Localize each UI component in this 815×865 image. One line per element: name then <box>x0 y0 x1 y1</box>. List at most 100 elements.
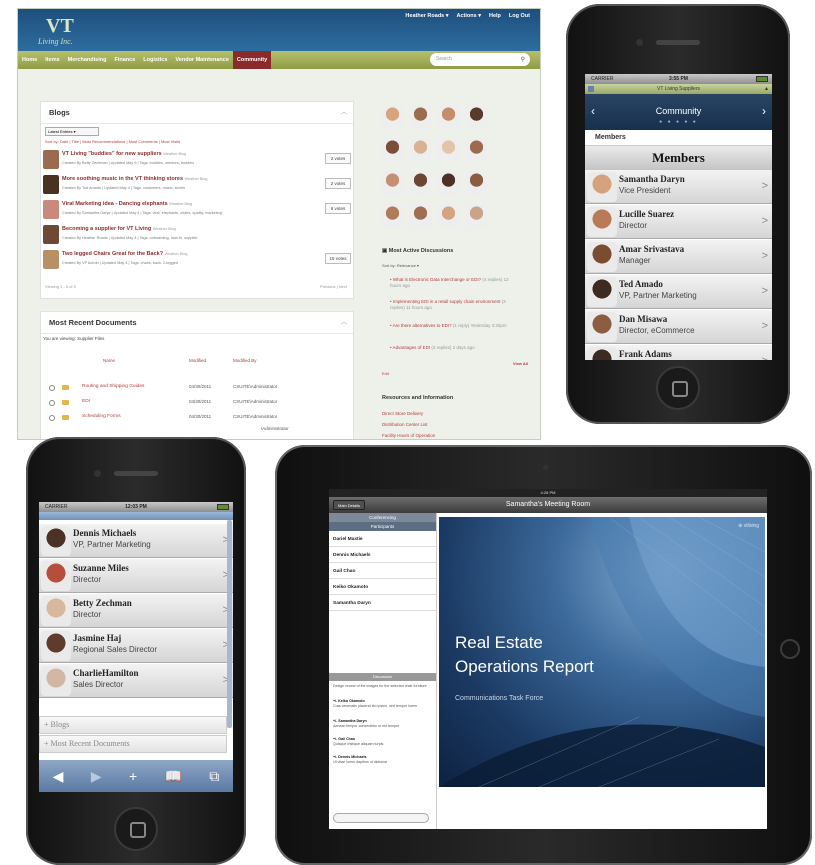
member-photo[interactable] <box>410 204 431 228</box>
col-header-modified[interactable]: Modified <box>189 358 206 363</box>
add-icon[interactable]: + <box>129 768 137 784</box>
collapse-icon[interactable]: ︿ <box>341 107 347 116</box>
blog-title-link[interactable]: Becoming a supplier for VT Living Weathe… <box>62 226 176 232</box>
member-row[interactable]: Betty Zechman Director > <box>39 594 233 628</box>
member-row[interactable]: CharlieHamilton Sales Director > <box>39 664 233 698</box>
avatar <box>587 172 617 202</box>
col-header-name[interactable]: Name <box>103 358 115 363</box>
blogs-sort-links[interactable]: Sort by: Date | Title | Most Recommendat… <box>45 139 180 144</box>
edit-link[interactable]: Edit <box>382 371 389 376</box>
back-icon[interactable]: ◀ <box>53 768 64 785</box>
slide-title-line2: Operations Report <box>455 657 594 676</box>
member-photo[interactable] <box>466 105 487 129</box>
member-photo[interactable] <box>438 138 459 162</box>
blogs-filter-select[interactable]: Latest Entries ▾ <box>45 127 99 136</box>
row-select-radio[interactable] <box>49 400 55 406</box>
blogs-pager[interactable]: Previous | Next <box>320 284 347 289</box>
member-photo[interactable] <box>382 204 403 228</box>
blog-title-link[interactable]: More soothing music in the VT thinking s… <box>62 176 207 182</box>
resource-link[interactable]: Distribution Center List <box>382 422 428 427</box>
members-tab[interactable]: Members <box>585 130 772 146</box>
resource-link[interactable]: Facility Hours of Operation <box>382 433 435 438</box>
documents-section-toggle[interactable]: + Most Recent Documents <box>39 735 227 753</box>
home-button[interactable] <box>114 807 158 851</box>
member-photo[interactable] <box>466 138 487 162</box>
participant-item[interactable]: Dennis Michaels <box>329 548 436 563</box>
discussions-sort-select[interactable]: Sort by: Relevance ▾ <box>382 263 419 268</box>
logout-link[interactable]: Log Out <box>509 13 530 19</box>
nav-items[interactable]: Items <box>41 51 63 69</box>
member-row[interactable]: Frank Adams > <box>585 345 772 360</box>
nav-home[interactable]: Home <box>18 51 41 69</box>
home-button[interactable] <box>780 639 800 659</box>
chat-input[interactable] <box>333 813 429 823</box>
member-row[interactable]: Dan Misawa Director, eCommerce > <box>585 310 772 344</box>
apps-icon[interactable] <box>588 86 594 92</box>
member-photo[interactable] <box>438 171 459 195</box>
member-row[interactable]: Dennis Michaels VP, Partner Marketing > <box>39 524 233 558</box>
resource-link[interactable]: Direct Store Delivery <box>382 411 423 416</box>
member-row[interactable]: Ted Amado VP, Partner Marketing > <box>585 275 772 309</box>
member-row[interactable]: Jasmine Haj Regional Sales Director > <box>39 629 233 663</box>
member-photo[interactable] <box>382 171 403 195</box>
search-input[interactable]: Search ⚲ <box>430 53 530 66</box>
discussion-link[interactable]: • What is Electronic Data Interchange or… <box>390 277 520 289</box>
document-link[interactable]: Routing and Shipping Guides <box>82 384 144 389</box>
member-photo[interactable] <box>438 204 459 228</box>
search-icon[interactable]: ⚲ <box>521 56 525 63</box>
member-photo[interactable] <box>466 204 487 228</box>
tab-conferencing[interactable]: Conferencing <box>329 513 436 522</box>
member-photo[interactable] <box>438 105 459 129</box>
member-photo[interactable] <box>410 105 431 129</box>
blog-title-link[interactable]: Viral Marketing idea - Dancing elephants… <box>62 201 192 207</box>
bookmarks-icon[interactable]: 📖 <box>165 768 182 785</box>
discussion-link[interactable]: • Implementing EDI in a retail supply ch… <box>390 299 520 311</box>
document-link[interactable]: EDI <box>82 399 90 404</box>
member-photo[interactable] <box>410 171 431 195</box>
participant-item[interactable]: Keiko Okamoto <box>329 580 436 595</box>
discussion-link[interactable]: • Are there alternatives to EDI? (1 repl… <box>390 323 520 329</box>
collapse-icon[interactable]: ︿ <box>341 317 347 326</box>
participant-item[interactable]: Dariel Maxtie <box>329 532 436 547</box>
actions-menu-link[interactable]: Actions ▾ <box>457 13 481 19</box>
chevron-up-icon[interactable]: ▴ <box>765 84 768 94</box>
member-photo[interactable] <box>410 138 431 162</box>
member-photo[interactable] <box>382 138 403 162</box>
back-button[interactable]: Main Details <box>333 500 366 510</box>
vt-living-logo[interactable]: VT Living Inc. <box>36 13 82 47</box>
help-link[interactable]: Help <box>489 13 501 19</box>
user-menu-link[interactable]: Heather Roads ▾ <box>405 13 448 19</box>
discussion-link[interactable]: • Advantages of EDI (4 replies) 2 days a… <box>390 345 520 351</box>
member-photo[interactable] <box>382 105 403 129</box>
member-row[interactable]: Lucille Suarez Director > <box>585 205 772 239</box>
participant-item[interactable]: Samantha Daryn <box>329 596 436 611</box>
home-button[interactable] <box>656 366 700 410</box>
vote-button[interactable]: 6 votes <box>325 203 351 214</box>
nav-logistics[interactable]: Logistics <box>139 51 171 69</box>
nav-community[interactable]: Community <box>232 51 272 69</box>
nav-vendor-maintenance[interactable]: Vendor Maintenance <box>171 51 233 69</box>
vote-button[interactable]: 15 votes <box>325 253 351 264</box>
pages-icon[interactable]: ⧉ <box>209 768 219 785</box>
scrollbar[interactable] <box>227 520 232 728</box>
forward-icon[interactable]: ▶ <box>91 768 102 785</box>
member-row[interactable]: Suzanne Miles Director > <box>39 559 233 593</box>
blog-title-link[interactable]: VT Living "buddies" for new suppliers We… <box>62 151 186 157</box>
document-link[interactable]: Scheduling Forms <box>82 414 121 419</box>
vote-button[interactable]: 2 votes <box>325 153 351 164</box>
member-row[interactable]: Amar Srivastava Manager > <box>585 240 772 274</box>
vote-button[interactable]: 2 votes <box>325 178 351 189</box>
row-select-radio[interactable] <box>49 415 55 421</box>
chevron-right-icon[interactable]: › <box>762 104 766 118</box>
nav-merchandising[interactable]: Merchandising <box>64 51 111 69</box>
blog-title-link[interactable]: Two legged Chairs Great for the Back? We… <box>62 251 188 257</box>
blogs-section-toggle[interactable]: + Blogs <box>39 716 227 734</box>
row-select-radio[interactable] <box>49 385 55 391</box>
member-photo[interactable] <box>466 171 487 195</box>
nav-finance[interactable]: Finance <box>110 51 139 69</box>
col-header-modified-by[interactable]: Modified By <box>233 358 257 363</box>
view-all-link[interactable]: View All <box>513 361 528 366</box>
tab-participants[interactable]: Participants <box>329 522 436 531</box>
member-row[interactable]: Samantha Daryn Vice President > <box>585 170 772 204</box>
participant-item[interactable]: Gail Chao <box>329 564 436 579</box>
